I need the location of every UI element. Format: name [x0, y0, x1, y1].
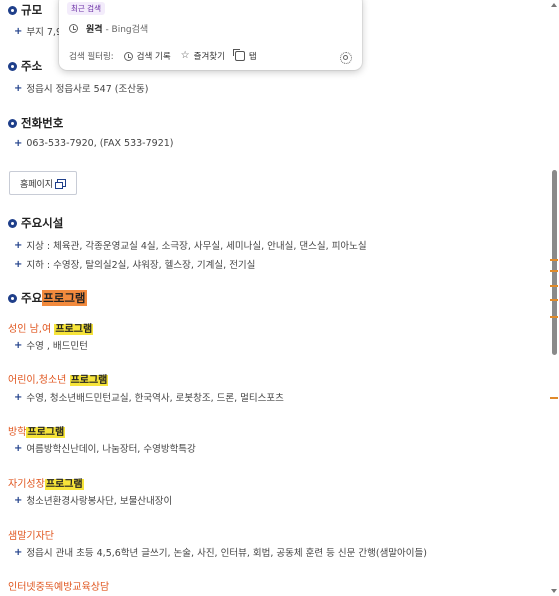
vertical-scrollbar[interactable]	[549, 0, 559, 596]
plus-icon: +	[14, 494, 23, 506]
section-title-address: 주소	[8, 58, 42, 74]
filter-favorites-button[interactable]: ☆ 즐겨찾기	[180, 50, 225, 63]
recent-search-item[interactable]: 원격 - Bing검색	[69, 22, 148, 35]
address-line: + 정읍시 정읍사로 547 (조산동)	[14, 82, 149, 96]
external-link-icon	[55, 179, 67, 189]
program-group-line: + 정읍시 관내 초등 4,5,6학년 글쓰기, 논술, 사진, 인터뷰, 회법…	[14, 546, 427, 560]
section-title-facilities: 주요시설	[8, 215, 63, 231]
section-bullet-icon	[8, 118, 17, 128]
program-group-title: 어린이,청소년 프로그램	[8, 375, 109, 386]
program-group-line: + 여름방학신난데이, 나눔장터, 수영방학특강	[14, 442, 196, 456]
scroll-find-marker	[550, 299, 558, 301]
program-group-line: + 수영 , 배드민턴	[14, 339, 88, 353]
filter-history-button[interactable]: 검색 기록	[123, 50, 171, 62]
section-bullet-icon	[8, 218, 17, 228]
settings-gear-icon[interactable]	[340, 52, 352, 64]
program-group-title: 샘말기자단	[8, 531, 54, 542]
scrollbar-thumb[interactable]	[552, 170, 557, 355]
scroll-up-arrow-icon[interactable]	[551, 3, 557, 7]
section-title-scale: 규모	[8, 2, 42, 18]
scroll-find-marker	[550, 397, 558, 399]
page-content: 규모 + 부지 7,90 주소 + 정읍시 정읍사로 547 (조산동) 전화번…	[0, 0, 549, 596]
search-history-popup: 최근 검색 원격 - Bing검색 검색 필터링: 검색 기록 ☆ 즐겨찾기 탭	[59, 0, 362, 70]
recent-search-label: 최근 검색	[67, 2, 105, 15]
star-icon: ☆	[180, 50, 190, 61]
plus-icon: +	[14, 442, 23, 454]
section-title-phone: 전화번호	[8, 115, 63, 131]
history-icon	[123, 51, 133, 61]
program-group-title: 인터넷중독예방교육상담	[8, 582, 110, 593]
phone-line: + 063-533-7920, (FAX 533-7921)	[14, 138, 174, 149]
plus-icon: +	[14, 25, 23, 37]
section-title-programs: 주요 프로그램	[8, 290, 87, 306]
section-bullet-icon	[8, 5, 17, 15]
scroll-find-marker	[550, 285, 558, 287]
plus-icon: +	[14, 138, 23, 149]
section-bullet-icon	[8, 293, 17, 303]
program-group-title: 방학프로그램	[8, 427, 66, 438]
filter-tabs-button[interactable]: 탭	[232, 49, 257, 62]
plus-icon: +	[14, 391, 23, 403]
plus-icon: +	[14, 82, 23, 94]
plus-icon: +	[14, 239, 23, 251]
scroll-find-marker	[550, 270, 558, 272]
scroll-find-marker	[550, 316, 558, 318]
homepage-button[interactable]: 홈페이지	[9, 171, 77, 195]
scroll-down-arrow-icon[interactable]	[551, 589, 557, 593]
plus-icon: +	[14, 339, 23, 351]
plus-icon: +	[14, 546, 23, 558]
tabs-icon	[232, 49, 245, 61]
section-bullet-icon	[8, 61, 17, 71]
scroll-find-marker	[550, 259, 558, 261]
plus-icon: +	[14, 258, 23, 270]
program-group-title: 자기성장프로그램	[8, 479, 84, 490]
program-group-line: + 청소년환경사랑봉사단, 보물산내장이	[14, 494, 173, 508]
program-group-title: 성인 남,여 프로그램	[8, 324, 94, 335]
facilities-line: + 지상 : 체육관, 각종운영교실 4실, 소극장, 사무실, 세미나실, 안…	[14, 239, 367, 253]
search-filter-row: 검색 필터링: 검색 기록 ☆ 즐겨찾기 탭	[69, 49, 257, 63]
facilities-line: + 지하 : 수영장, 탈의실2실, 샤워장, 헬스장, 기계실, 전기실	[14, 258, 256, 272]
program-group-line: + 수영, 청소년배드민턴교실, 한국역사, 로봇창조, 드론, 멀티스포츠	[14, 391, 284, 405]
history-icon	[69, 24, 78, 33]
